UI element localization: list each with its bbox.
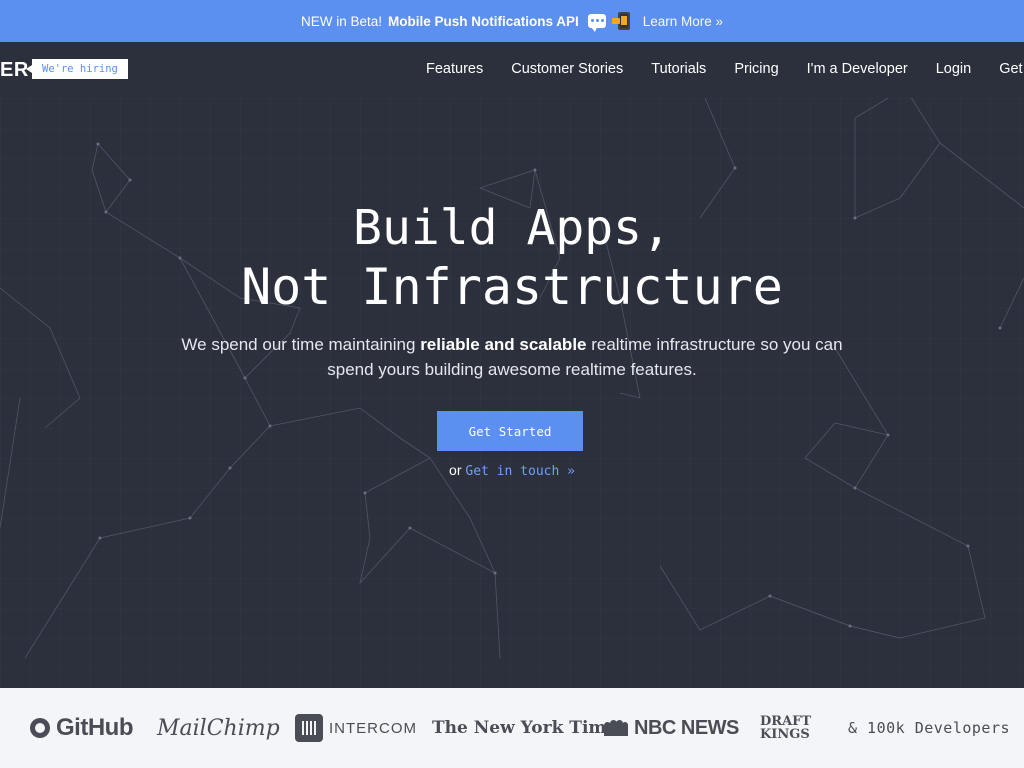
announcement-banner[interactable]: NEW in Beta! Mobile Push Notifications A… — [0, 0, 1024, 42]
nav-links: Features Customer Stories Tutorials Pric… — [426, 61, 1024, 77]
mobile-phone-icon — [611, 12, 630, 30]
github-logo: GitHub — [30, 688, 133, 768]
developers-count: & 100k Developers — [848, 719, 1011, 737]
nbc-wordmark: NBC NEWS — [634, 716, 739, 739]
hero-network-background — [0, 98, 1024, 688]
nav-get-started[interactable]: Get — [999, 61, 1022, 77]
intercom-wordmark: INTERCOM — [329, 719, 417, 737]
hero-subtitle-bold: reliable and scalable — [420, 335, 587, 354]
get-started-button[interactable]: Get Started — [437, 411, 583, 451]
brand-logo[interactable]: ER — [0, 59, 29, 82]
mailchimp-logo: MailChimp — [157, 688, 280, 768]
banner-prefix: NEW in Beta! — [300, 13, 382, 29]
nbc-news-logo: NBC NEWS — [604, 688, 739, 768]
nav-features[interactable]: Features — [426, 61, 483, 77]
banner-highlight[interactable]: Mobile Push Notifications API — [388, 14, 579, 29]
github-wordmark: GitHub — [56, 714, 133, 741]
chat-bubble-icon — [587, 14, 606, 32]
nyt-wordmark: The New York Times — [432, 718, 627, 738]
github-octocat-icon — [30, 718, 50, 738]
nav-pricing[interactable]: Pricing — [734, 61, 778, 77]
contact-line: or Get in touch » — [0, 462, 1024, 479]
hero-title-line2: Not Infrastructure — [241, 258, 783, 316]
hiring-badge[interactable]: We're hiring — [26, 59, 128, 79]
intercom-logo: INTERCOM — [295, 688, 417, 768]
nav-tutorials[interactable]: Tutorials — [651, 61, 706, 77]
nav-customer-stories[interactable]: Customer Stories — [511, 61, 623, 77]
top-navigation: ER We're hiring Features Customer Storie… — [0, 42, 1024, 98]
intercom-icon — [295, 714, 323, 742]
nyt-logo: The New York Times — [432, 688, 627, 768]
nav-developer[interactable]: I'm a Developer — [807, 61, 908, 77]
network-lines-graphic — [0, 98, 1024, 688]
mailchimp-wordmark: MailChimp — [157, 715, 280, 741]
learn-more-link[interactable]: Learn More » — [643, 14, 723, 29]
nav-login[interactable]: Login — [936, 61, 971, 77]
draftkings-logo: DRAFT KINGS — [760, 688, 811, 768]
peacock-icon — [604, 720, 628, 736]
draftkings-line2: KINGS — [760, 727, 810, 742]
customer-logos-bar: GitHub MailChimp INTERCOM The New York T… — [0, 688, 1024, 768]
hero-title-line1: Build Apps, — [353, 200, 671, 256]
get-in-touch-link[interactable]: Get in touch » — [465, 464, 575, 479]
hero-subtitle-pre: We spend our time maintaining — [181, 335, 416, 354]
or-label: or — [449, 462, 462, 478]
hero-subtitle: We spend our time maintaining reliable a… — [180, 332, 844, 382]
